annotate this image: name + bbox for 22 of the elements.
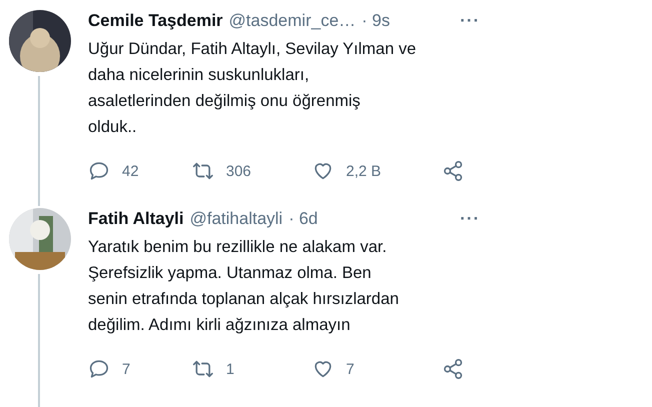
reply-icon[interactable] [88,160,110,182]
more-menu[interactable]: ··· [460,209,480,229]
reply-count: 42 [122,162,139,180]
more-menu[interactable]: ··· [460,11,480,31]
author-handle[interactable]: @fatihaltayli [190,209,283,229]
tweet-text: Uğur Dündar, Fatih Altaylı, Sevilay Yılman ve daha nicelerinin suskunlukları, asaletlerinden değilmiş onu öğrenmiş olduk.. [88,39,418,138]
author-handle[interactable]: @tasdemir_ce… [228,11,356,31]
retweet-icon[interactable] [192,160,214,182]
tweet-time[interactable]: · 6d [288,209,318,229]
like-count: 7 [346,360,354,378]
like-count: 2,2 B [346,162,382,180]
author-name[interactable]: Cemile Taşdemir [88,11,223,31]
retweet-count: 306 [226,162,252,180]
author-name[interactable]: Fatih Altayli [88,209,184,229]
tweet-time[interactable]: · 9s [362,11,390,31]
reply-icon[interactable] [88,358,110,380]
retweet-count: 1 [226,360,234,378]
tweet-text: Yaratık benim bu rezillikle ne alakam var. Şerefsizlik yapma. Utanmaz olma. Ben senin etrafında toplanan alçak hırsızlardan değilim. Adımı kirli ağzınıza almayın [88,237,400,336]
reply-count: 7 [122,360,130,378]
share-icon[interactable] [442,160,464,182]
share-icon[interactable] [442,358,464,380]
retweet-icon[interactable] [192,358,214,380]
